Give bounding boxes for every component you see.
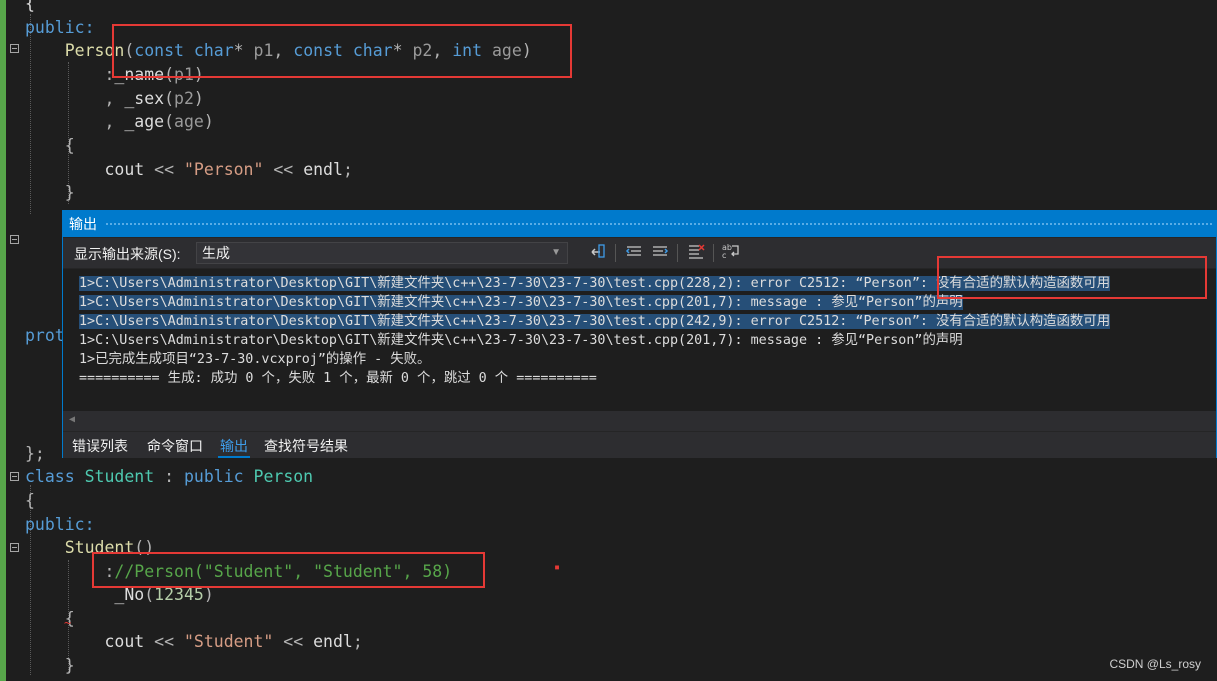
annotation-box-person-constructor: [112, 24, 572, 78]
scroll-left-icon[interactable]: ◀: [69, 414, 75, 425]
go-to-next-icon[interactable]: [649, 242, 671, 264]
annotation-box-error-message: [937, 256, 1207, 299]
svg-text:c: c: [722, 251, 726, 260]
go-to-previous-icon[interactable]: [623, 242, 645, 264]
output-line-highlight: 1>C:\Users\Administrator\Desktop\GIT\新建文…: [79, 295, 963, 310]
toolbar-separator: [677, 244, 678, 262]
code-line: prot: [25, 326, 65, 345]
code-line: public:: [25, 515, 95, 534]
output-line[interactable]: 1>已完成生成项目“23-7-30.vcxproj”的操作 - 失败。: [79, 350, 430, 369]
output-line[interactable]: 1>C:\Users\Administrator\Desktop\GIT\新建文…: [79, 312, 1111, 331]
watermark: CSDN @Ls_rosy: [1109, 657, 1201, 671]
toolbar-separator: [713, 244, 714, 262]
code-line: cout << "Student" << endl;: [25, 632, 363, 651]
annotation-box-student-init: [92, 552, 485, 588]
output-title-bar[interactable]: 输出: [63, 211, 1216, 237]
collapse-toggle-icon[interactable]: [10, 44, 19, 53]
collapse-toggle-icon[interactable]: [10, 543, 19, 552]
code-line: , _age(age): [25, 112, 214, 131]
code-line: , _sex(p2): [25, 89, 204, 108]
code-line: {: [25, 491, 35, 510]
code-line: cout << "Person" << endl;: [25, 160, 353, 179]
output-line[interactable]: ========== 生成: 成功 0 个，失败 1 个，最新 0 个，跳过 0…: [79, 369, 597, 388]
tab-output[interactable]: 输出: [218, 436, 250, 458]
code-line: };: [25, 444, 45, 463]
collapse-toggle-icon[interactable]: [10, 235, 19, 244]
output-source-value: 生成: [202, 245, 230, 261]
tab-error-list[interactable]: 错误列表: [70, 436, 130, 456]
code-line: }: [25, 656, 75, 675]
code-line: {: [25, 136, 75, 155]
collapse-toggle-icon[interactable]: [10, 472, 19, 481]
clear-output-icon[interactable]: [685, 242, 707, 264]
output-window[interactable]: 输出 显示输出来源(S): 生成 ▼ ab c 1>C:\Users\Admini…: [62, 210, 1217, 458]
output-line-highlight: 1>C:\Users\Administrator\Desktop\GIT\新建文…: [79, 314, 1111, 329]
output-line[interactable]: 1>C:\Users\Administrator\Desktop\GIT\新建文…: [79, 293, 963, 312]
output-line[interactable]: 1>C:\Users\Administrator\Desktop\GIT\新建文…: [79, 331, 963, 350]
output-source-dropdown[interactable]: 生成 ▼: [196, 242, 568, 264]
code-line: public:: [25, 18, 95, 37]
tab-command-window[interactable]: 命令窗口: [145, 436, 205, 456]
code-line: {: [25, 0, 35, 13]
chevron-down-icon: ▼: [551, 247, 561, 258]
editor-gutter: [6, 0, 24, 681]
error-squiggle: ~: [64, 616, 72, 630]
word-wrap-icon[interactable]: ab c: [721, 242, 743, 264]
code-line-class-student: class Student : public Person: [25, 467, 314, 486]
code-line: }: [25, 183, 75, 202]
output-horizontal-scrollbar[interactable]: ◀: [63, 411, 1216, 431]
red-dot-mark: ▪: [554, 562, 561, 573]
output-source-label: 显示输出来源(S):: [74, 246, 181, 262]
drag-grip[interactable]: [105, 222, 1212, 226]
output-tab-strip: 错误列表 命令窗口 输出 查找符号结果: [63, 432, 1216, 458]
clear-all-icon[interactable]: [587, 242, 609, 264]
toolbar-separator: [615, 244, 616, 262]
tab-find-symbol-results[interactable]: 查找符号结果: [262, 436, 350, 456]
output-title: 输出: [69, 216, 97, 232]
